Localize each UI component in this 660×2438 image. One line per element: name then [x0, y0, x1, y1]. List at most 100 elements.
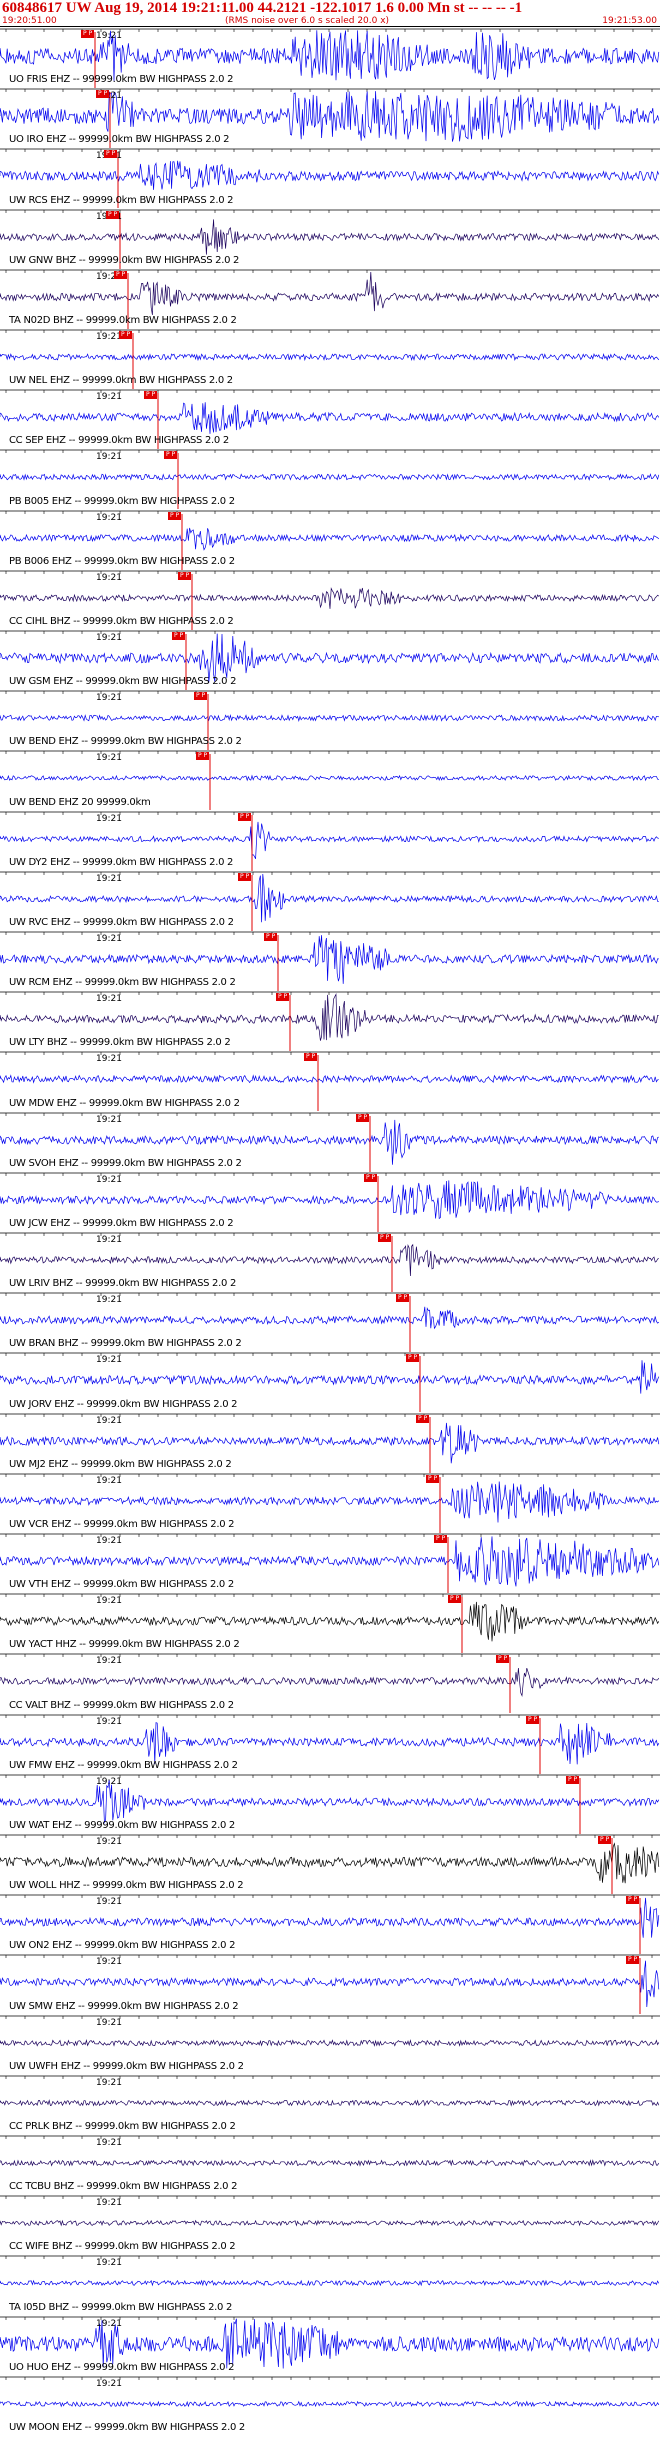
pick-flag[interactable]: P P — [598, 1836, 612, 1844]
waveform — [0, 1074, 659, 1085]
time-tick-label: 19:21 — [96, 994, 122, 1005]
waveform — [0, 2400, 660, 2408]
time-tick-label: 19:21 — [96, 873, 122, 884]
pick-flag[interactable]: P P — [356, 1113, 370, 1122]
time-tick-label: 19:21 — [96, 1054, 122, 1065]
time-tick-label: 19:21 — [96, 1295, 122, 1306]
pick-flag[interactable]: P P — [196, 752, 210, 761]
pick-flag[interactable]: P P — [276, 993, 290, 1002]
trace-label: UW RCM EHZ -- 99999.0km BW HIGHPASS 2.0 … — [9, 977, 236, 989]
pick-flag[interactable]: P P — [81, 30, 95, 38]
trace-label: UW LTY BHZ -- 99999.0km BW HIGHPASS 2.0 … — [9, 1037, 231, 1049]
pick-flag[interactable]: P P — [434, 1535, 448, 1543]
trace-label: UW GNW BHZ -- 99999.0km BW HIGHPASS 2.0 … — [9, 254, 240, 266]
event-title: 60848617 UW Aug 19, 2014 19:21:11.00 44.… — [2, 0, 523, 16]
trace-label: UW WAT EHZ -- 99999.0km BW HIGHPASS 2.0 … — [9, 1820, 235, 1831]
trace-label: UW NEL EHZ -- 99999.0km BW HIGHPASS 2.0 … — [9, 375, 233, 387]
pick-flag[interactable]: P P — [119, 331, 133, 339]
time-tick-label: 19:21 — [96, 1415, 122, 1426]
time-tick-label: 19:21 — [96, 1355, 122, 1366]
trace-label: UO FRIS EHZ -- 99999.0km BW HIGHPASS 2.0… — [9, 74, 234, 86]
pick-flag[interactable]: P P — [194, 692, 208, 701]
trace-label: UW MDW EHZ -- 99999.0km BW HIGHPASS 2.0 … — [9, 1097, 240, 1109]
pick-flag[interactable]: P P — [238, 812, 252, 821]
pick-flag[interactable]: P P — [264, 933, 278, 941]
time-tick-label: 19:21 — [96, 2318, 122, 2329]
pick-flag[interactable]: P P — [172, 632, 186, 640]
waveform — [0, 714, 659, 723]
pick-flag[interactable]: P P — [164, 451, 178, 460]
pick-flag[interactable]: P P — [396, 1294, 410, 1303]
pick-flag[interactable]: P P — [114, 270, 128, 279]
pick-flag[interactable]: P P — [426, 1474, 440, 1483]
pick-flag[interactable]: P P — [626, 1896, 640, 1905]
waveform — [0, 1180, 659, 1219]
trace-label: CC WIFE BHZ -- 99999.0km BW HIGHPASS 2.0… — [9, 2241, 236, 2253]
trace-label: CC TCBU BHZ -- 99999.0km BW HIGHPASS 2.0… — [9, 2181, 238, 2193]
pick-flag[interactable]: P P — [364, 1173, 378, 1182]
header-divider — [0, 26, 660, 27]
time-tick-label: 19:21 — [96, 2138, 122, 2148]
trace-label: UW MOON EHZ -- 99999.0km BW HIGHPASS 2.0… — [9, 2422, 245, 2433]
trace-label: UW ON2 EHZ -- 99999.0km BW HIGHPASS 2.0 … — [9, 1940, 236, 1952]
pick-flag[interactable]: P P — [496, 1655, 510, 1664]
waveform — [0, 353, 660, 362]
pick-flag[interactable]: P P — [566, 1775, 580, 1784]
trace-label: UW WOLL HHZ -- 99999.0km BW HIGHPASS 2.0… — [9, 1880, 244, 1892]
time-tick-label: 19:21 — [96, 1716, 122, 1727]
pick-flag[interactable]: P P — [144, 391, 158, 400]
start-time: 19:20:51.00 — [2, 16, 57, 26]
waveform — [0, 1721, 660, 1765]
pick-flag[interactable]: P P — [178, 571, 192, 580]
time-tick-label: 19:21 — [96, 1776, 122, 1787]
time-tick-label: 19:21 — [96, 1837, 122, 1847]
pick-flag[interactable]: P P — [406, 1354, 420, 1363]
time-tick-label: 19:21 — [96, 1536, 122, 1546]
trace-label: UO HUO EHZ -- 99999.0km BW HIGHPASS 2.0 … — [9, 2361, 235, 2373]
trace-label: UW DY2 EHZ -- 99999.0km BW HIGHPASS 2.0 … — [9, 856, 234, 868]
time-tick-label: 19:21 — [96, 2378, 122, 2389]
trace-label: UW MJ2 EHZ -- 99999.0km BW HIGHPASS 2.0 … — [9, 1458, 232, 1470]
time-tick-label: 19:21 — [96, 693, 122, 704]
pick-flag[interactable]: P P — [416, 1414, 430, 1423]
time-tick-label: 19:21 — [96, 1475, 122, 1486]
waveform — [0, 2098, 660, 2107]
pick-flag[interactable]: P P — [526, 1715, 540, 1724]
time-tick-label: 19:21 — [96, 572, 122, 583]
waveform — [0, 1842, 660, 1884]
pick-flag[interactable]: P P — [106, 210, 120, 219]
waveform — [0, 1360, 660, 1395]
pick-flag[interactable]: P P — [238, 872, 252, 881]
trace-label: UW VCR EHZ -- 99999.0km BW HIGHPASS 2.0 … — [9, 1519, 235, 1530]
trace-label: CC CIHL BHZ -- 99999.0km BW HIGHPASS 2.0… — [9, 616, 234, 627]
time-tick-label: 19:21 — [96, 512, 122, 523]
waveform — [0, 218, 660, 255]
waveform — [0, 586, 660, 609]
time-tick-label: 19:21 — [96, 2198, 122, 2209]
waveform — [0, 527, 660, 551]
trace-label: TA I05D BHZ -- 99999.0km BW HIGHPASS 2.0… — [9, 2301, 233, 2313]
pick-flag[interactable]: P P — [104, 150, 118, 159]
time-tick-label: 19:21 — [96, 1235, 122, 1245]
trace-label: UW GSM EHZ -- 99999.0km BW HIGHPASS 2.0 … — [9, 676, 237, 688]
time-tick-label: 19:21 — [96, 452, 122, 463]
time-tick-label: 19:21 — [96, 753, 122, 764]
time-tick-label: 19:21 — [96, 813, 122, 824]
pick-flag[interactable]: P P — [626, 1956, 640, 1965]
trace-label: UW BEND EHZ -- 99999.0km BW HIGHPASS 2.0… — [9, 736, 242, 748]
pick-flag[interactable]: P P — [448, 1595, 462, 1604]
trace-label: CC PRLK BHZ -- 99999.0km BW HIGHPASS 2.0… — [9, 2121, 236, 2132]
time-tick-label: 19:21 — [96, 392, 122, 403]
time-tick-label: 19:21 — [96, 1656, 122, 1667]
waveform — [0, 2280, 660, 2287]
waveform — [0, 821, 659, 859]
pick-flag[interactable]: P P — [168, 511, 182, 520]
time-tick-label: 19:21 — [96, 1897, 122, 1908]
pick-flag[interactable]: P P — [304, 1053, 318, 1062]
trace-label: UW UWFH EHZ -- 99999.0km BW HIGHPASS 2.0… — [9, 2060, 244, 2072]
waveform — [0, 1481, 660, 1523]
pick-flag[interactable]: P P — [96, 90, 110, 99]
pick-flag[interactable]: P P — [378, 1234, 392, 1242]
trace-label: UW LRIV BHZ -- 99999.0km BW HIGHPASS 2.0… — [9, 1278, 237, 1290]
time-tick-label: 19:21 — [96, 934, 122, 944]
